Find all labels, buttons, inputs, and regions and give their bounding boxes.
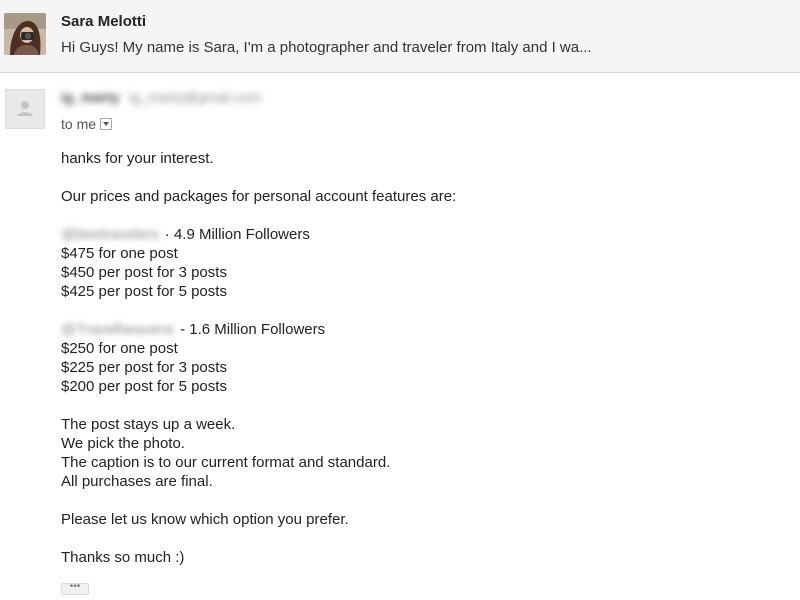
sender-name[interactable]: Sara Melotti — [61, 13, 146, 30]
call-to-action: Please let us know which option you pref… — [61, 511, 349, 528]
message-snippet[interactable]: Hi Guys! My name is Sara, I'm a photogra… — [61, 39, 592, 56]
follower-count: 4.9 Million Followers — [173, 226, 310, 243]
terms-line: The post stays up a week. — [61, 416, 236, 433]
price-line: $225 per post for 3 posts — [61, 359, 227, 376]
intro-text: Our prices and packages for personal acc… — [61, 188, 457, 205]
person-icon — [17, 101, 33, 116]
follower-count: 1.6 Million Followers — [189, 321, 326, 338]
sender-photo-icon — [4, 13, 46, 55]
separator: · — [164, 226, 170, 243]
from-email: ig_marty@gmail.com — [129, 89, 261, 105]
to-label: to me — [61, 116, 97, 132]
terms-line: The caption is to our current format and… — [61, 454, 391, 471]
price-line: $425 per post for 5 posts — [61, 283, 227, 300]
signoff: Thanks so much :) — [61, 549, 185, 566]
price-line: $200 per post for 5 posts — [61, 378, 227, 395]
price-line: $250 for one post — [61, 340, 178, 357]
package-header: @beetravelers · 4.9 Million Followers — [61, 225, 456, 244]
show-trimmed-content-button[interactable]: ••• — [61, 582, 89, 595]
from-line: ig_marty ig_marty@gmail.com — [61, 89, 261, 105]
sender-avatar[interactable] — [4, 13, 46, 55]
account-handle: @beetravelers — [61, 226, 159, 243]
price-line: $475 for one post — [61, 245, 178, 262]
account-handle: @Travelheavens — [61, 321, 175, 338]
separator: - — [180, 321, 186, 338]
greeting: hanks for your interest. — [61, 150, 214, 167]
terms-line: We pick the photo. — [61, 435, 185, 452]
details-dropdown-icon[interactable] — [100, 118, 113, 130]
recipient-line: to me — [61, 116, 113, 132]
terms-line: All purchases are final. — [61, 473, 213, 490]
from-name[interactable]: ig_marty — [61, 89, 119, 105]
thread-header: Sara Melotti Hi Guys! My name is Sara, I… — [0, 0, 800, 73]
price-line: $450 per post for 3 posts — [61, 264, 227, 281]
default-avatar — [5, 89, 45, 129]
message-body: hanks for your interest. Our prices and … — [61, 149, 456, 567]
package-header: @Travelheavens - 1.6 Million Followers — [61, 320, 456, 339]
